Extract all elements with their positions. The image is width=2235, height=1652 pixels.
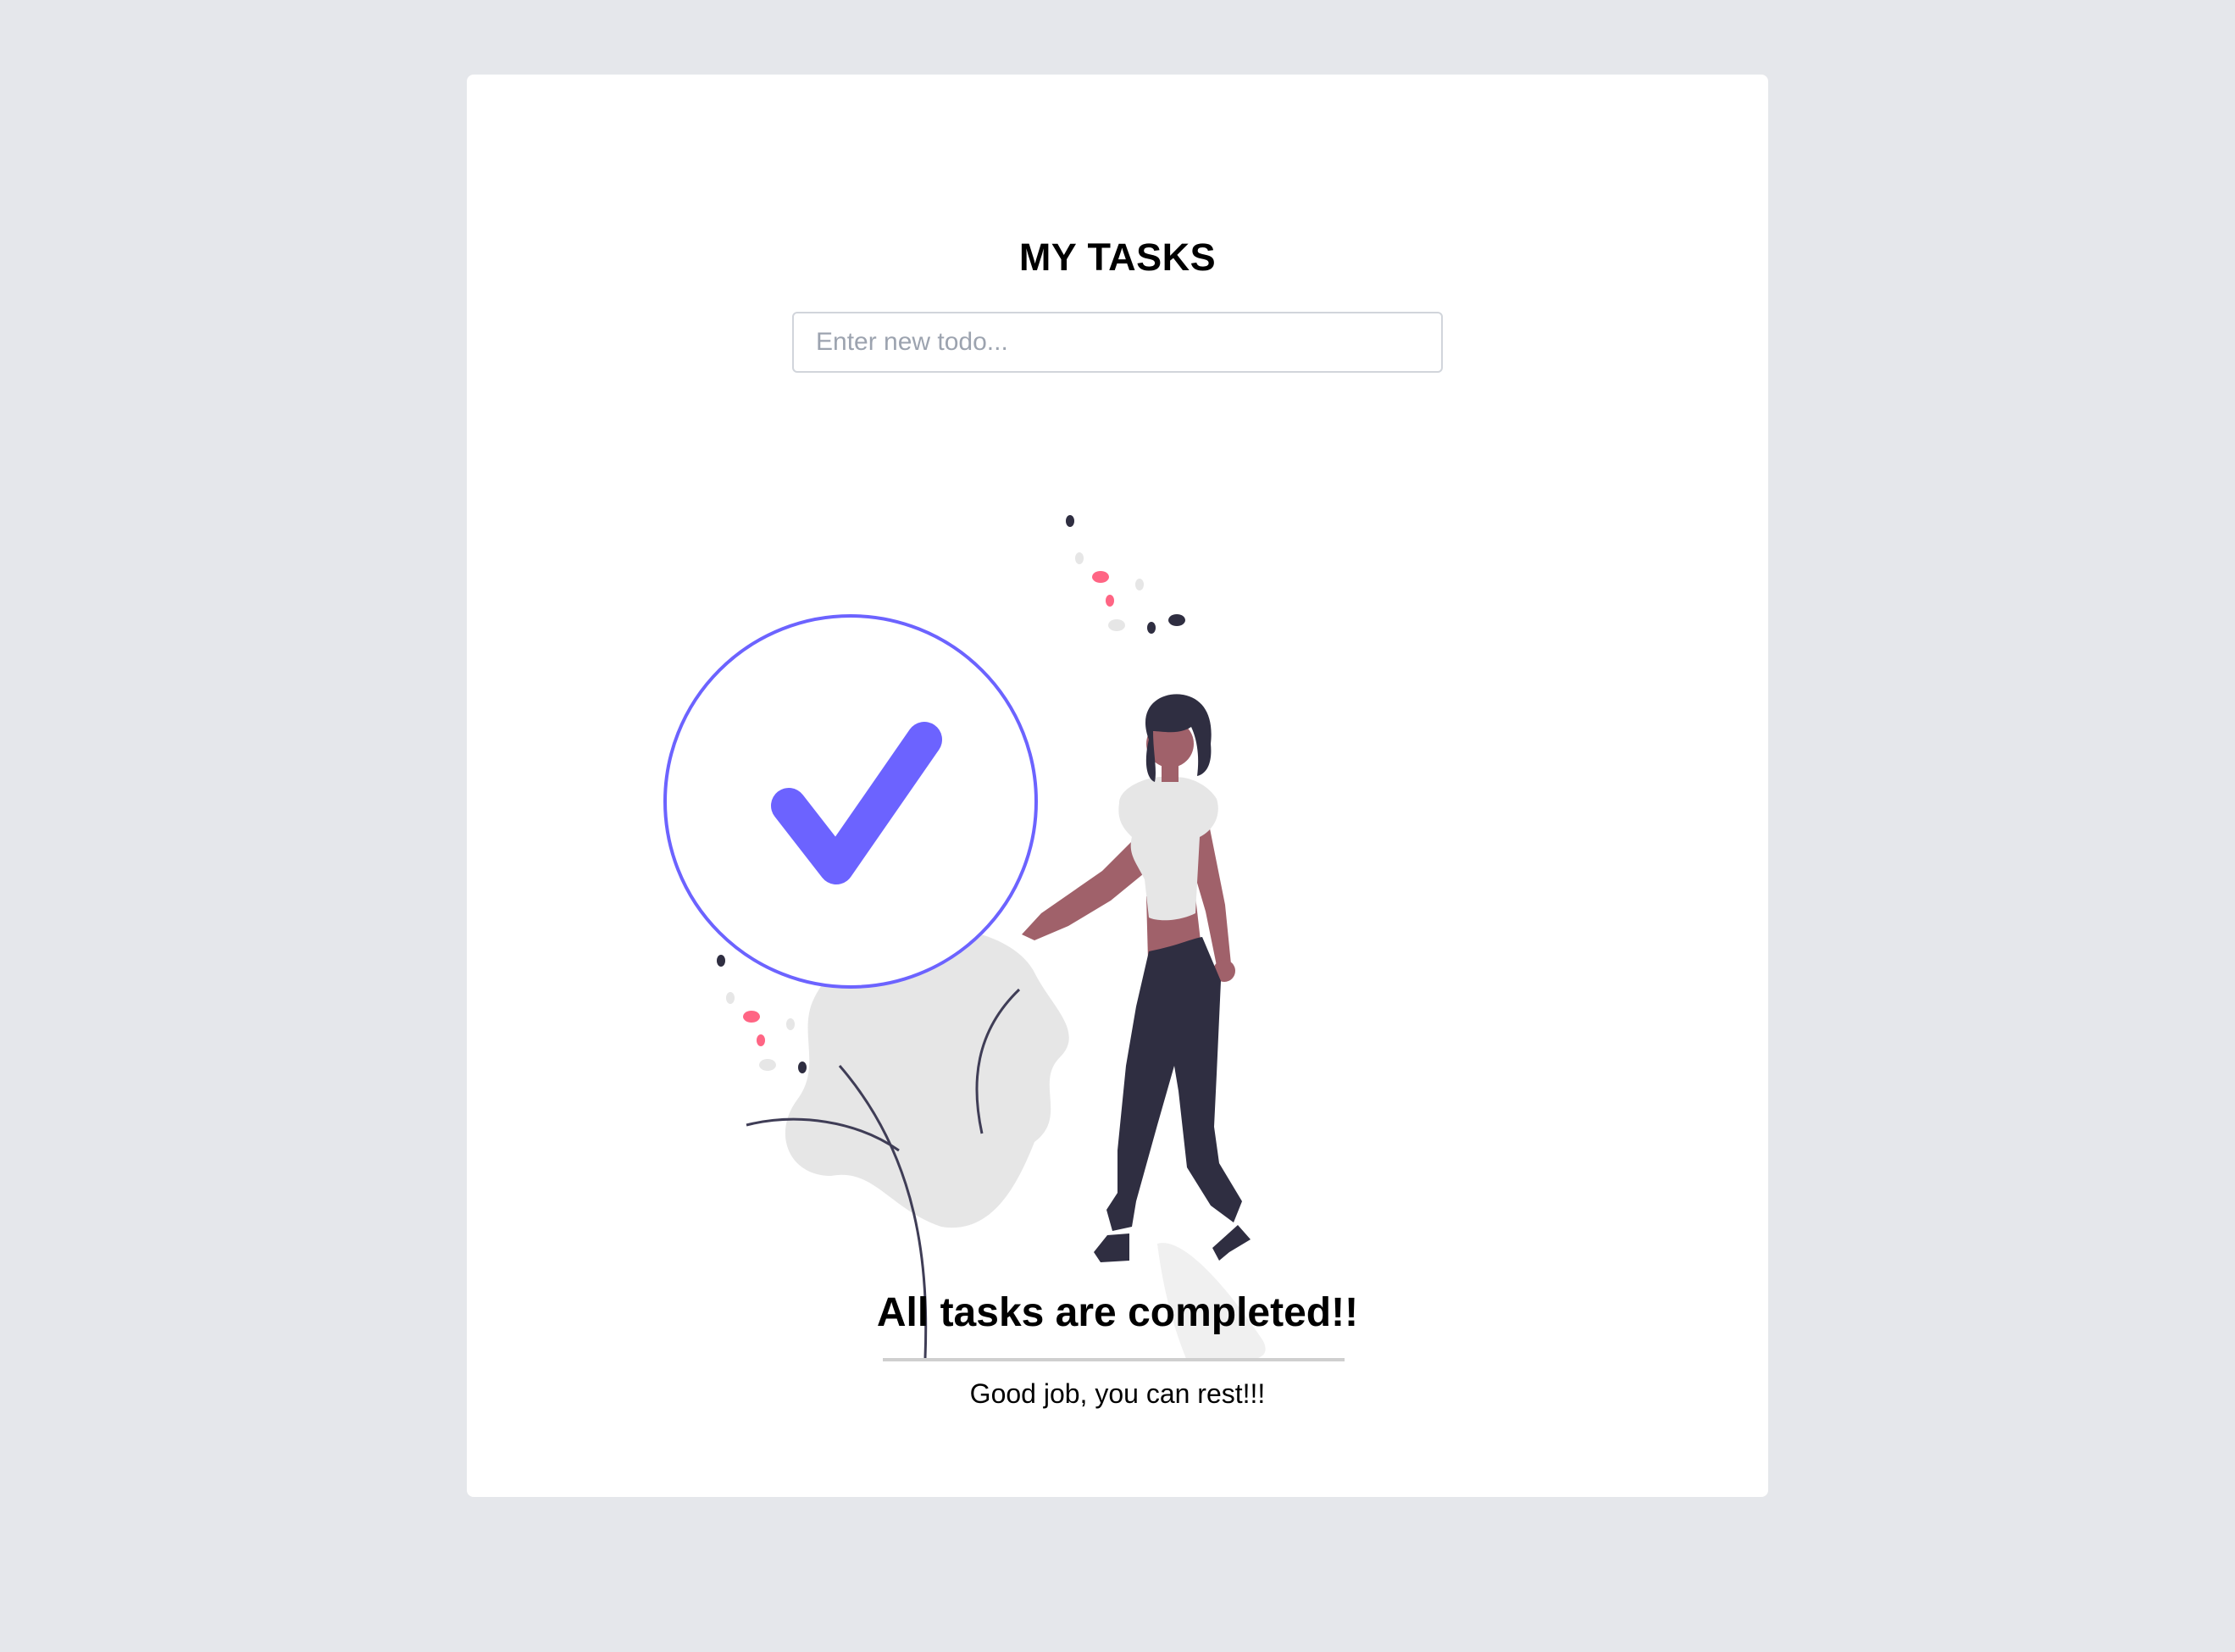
empty-state-heading: All tasks are completed!! [876,1290,1359,1335]
confetti-dots-top [1066,515,1185,634]
todo-card: MY TASKS Enter new todo... All tasks are… [467,75,1768,1497]
empty-state-message: Good job, you can rest!!! [969,1378,1266,1409]
woman-figure [1022,694,1251,1262]
app-page: MY TASKS Enter new todo... All tasks are… [0,0,2235,1652]
check-circle [663,614,1038,989]
new-todo-input[interactable] [792,312,1443,373]
completed-tasks-illustration [663,515,1345,1361]
page-title: MY TASKS [1018,236,1217,279]
